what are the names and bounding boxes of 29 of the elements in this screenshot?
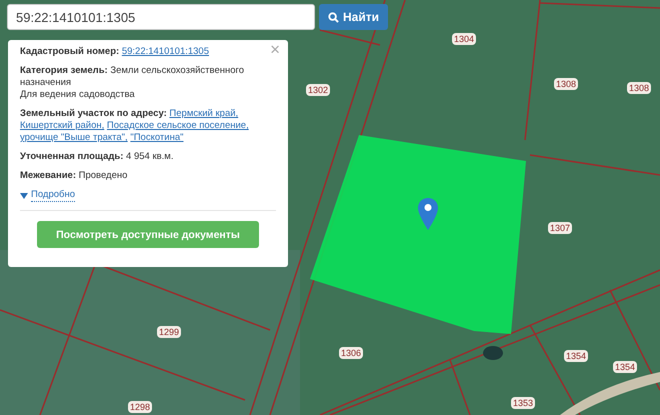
map-pin-icon[interactable]: [418, 198, 438, 230]
address-link[interactable]: "Поскотина": [130, 132, 184, 143]
parcel-number: 1299: [157, 326, 182, 338]
triangle-icon[interactable]: [20, 192, 28, 198]
land-parcel[interactable]: [310, 135, 526, 334]
parcel-number: 1304: [452, 33, 476, 45]
search-icon: [328, 12, 339, 22]
address-link[interactable]: Пермский край,: [169, 108, 238, 119]
parcel-number: 1308: [554, 78, 578, 90]
parcel-number: 1302: [306, 84, 330, 96]
parcel-number: 1308: [627, 82, 652, 94]
parcel-number: 1354: [564, 350, 588, 362]
survey-text: Межевание: Проведено: [20, 170, 128, 182]
parcel-number: 1307: [548, 222, 572, 234]
search-field[interactable]: 59:22:1410101:1305: [7, 4, 315, 30]
land-use-text: Для ведения садоводства: [20, 89, 136, 101]
parcel-number: 1306: [339, 347, 364, 359]
land-category-text: Категория земель: Земли сельскохозяйственного назначения: [20, 65, 246, 89]
address-link[interactable]: урочище "Выше тракта",: [20, 132, 128, 143]
address-link[interactable]: Посадское сельское поселение,: [106, 120, 249, 131]
search-button[interactable]: Найти: [319, 4, 388, 30]
address-text: Земельный участок по адресу: Пермский край, Кишертский район, Посадское сельское поселение, урочище "Выше тракта", "Поскотина": [20, 108, 250, 144]
address-link[interactable]: Кишертский район,: [20, 120, 104, 131]
parcel-number: 1353: [511, 397, 536, 409]
area-text: Уточненная площадь: 4 954 кв.м.: [20, 151, 174, 163]
parcel-number: 1298: [128, 401, 152, 413]
cadastral-number-link[interactable]: 59:22:1410101:1305: [122, 46, 209, 57]
parcel-number: 1354: [613, 361, 638, 373]
details-link[interactable]: Подробно: [31, 189, 75, 202]
